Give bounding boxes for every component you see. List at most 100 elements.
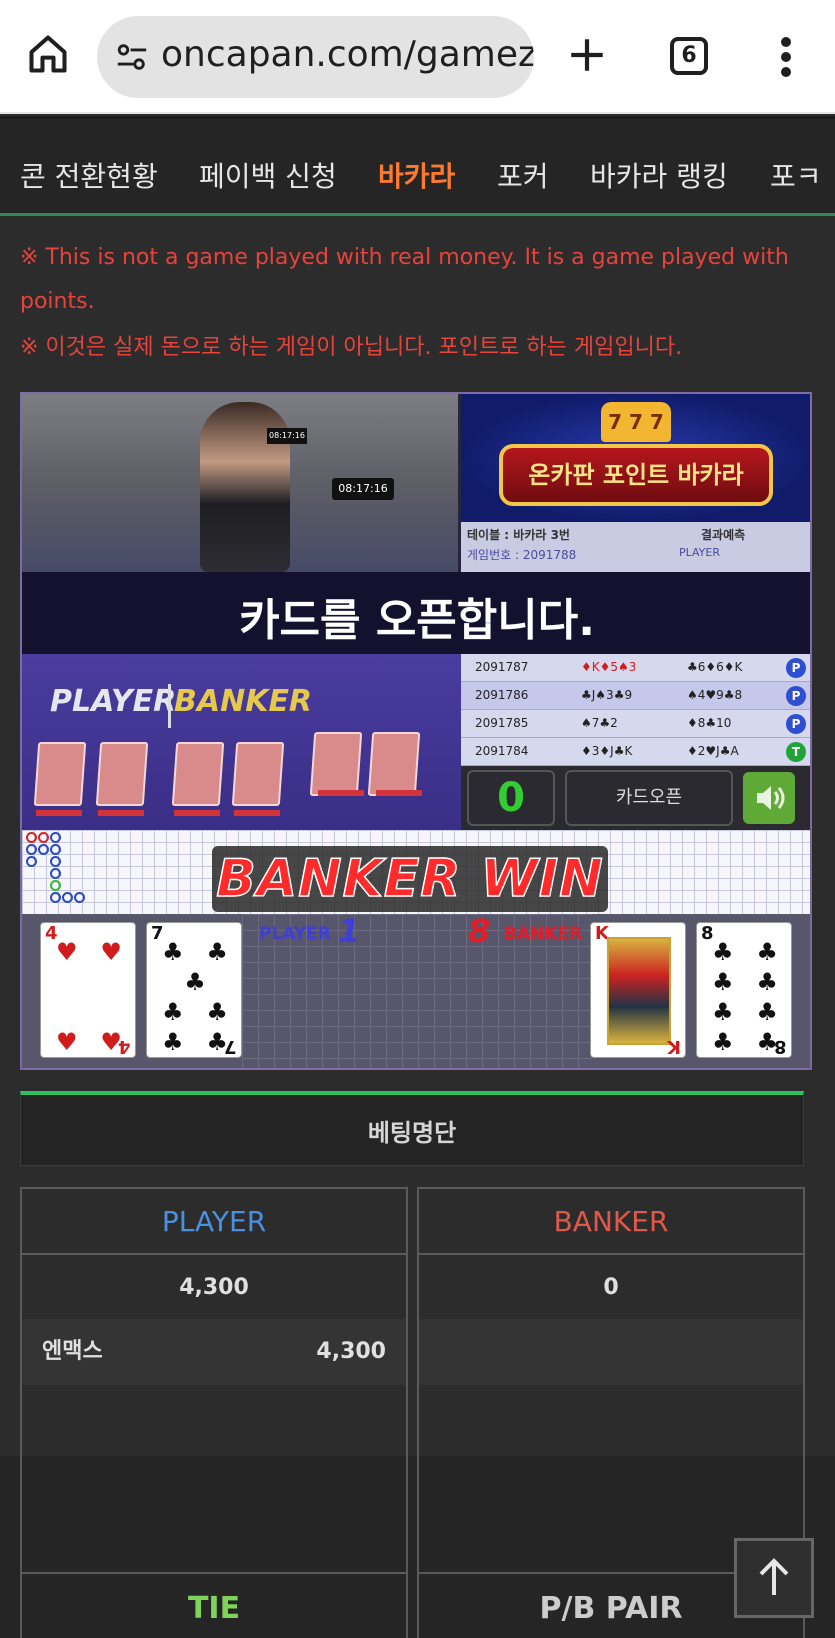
history-result: P bbox=[786, 714, 806, 734]
tune-icon[interactable] bbox=[115, 40, 149, 74]
nav-item-poker-more[interactable]: 포ㅋ bbox=[770, 155, 822, 195]
bet-amount: 4,300 bbox=[316, 1339, 386, 1364]
table-card bbox=[231, 742, 285, 806]
video-clock: 08:17:16 bbox=[332, 478, 394, 500]
road-bead bbox=[62, 892, 73, 903]
baccarat-game-panel: 08:17:16 08:17:16 7 7 7 온카판 포인트 바카라 테이블 … bbox=[20, 392, 812, 1070]
table-marker bbox=[376, 790, 422, 796]
control-bar: 0 카드오픈 bbox=[461, 766, 810, 830]
slot-machine-icon: 7 7 7 bbox=[601, 402, 671, 442]
road-bead bbox=[50, 868, 61, 879]
road-bead bbox=[50, 892, 61, 903]
predict-player[interactable]: PLAYER bbox=[679, 546, 720, 559]
round-counter: 0 bbox=[467, 770, 555, 826]
player-bets-total: 4,300 bbox=[179, 1275, 249, 1300]
tie-bets-header: TIE bbox=[22, 1572, 406, 1638]
history-banker: ♠4♥9♣8 bbox=[687, 688, 743, 702]
notice-english: ※ This is not a game played with real mo… bbox=[20, 245, 789, 314]
player-score: 1 bbox=[338, 912, 361, 950]
road-bead bbox=[50, 880, 61, 891]
url-text: oncapan.com/gamezc bbox=[161, 34, 534, 75]
player-card-2: 7 ♣ ♣ ♣ ♣ ♣ ♣ ♣ 7 bbox=[146, 922, 242, 1058]
road-bead bbox=[50, 832, 61, 843]
king-face-image bbox=[607, 937, 671, 1045]
banker-bets-total: 0 bbox=[603, 1275, 619, 1300]
history-round: 2091785 bbox=[475, 716, 529, 730]
history-banker: ♣6♦6♦K bbox=[687, 660, 743, 674]
nav-item-payback[interactable]: 페이백 신청 bbox=[199, 155, 337, 195]
logo-text: 온카판 포인트 바카라 bbox=[499, 444, 773, 506]
bet-entry-empty bbox=[419, 1319, 803, 1385]
speaker-icon[interactable] bbox=[743, 772, 795, 824]
history-banker: ♦8♣10 bbox=[687, 716, 732, 730]
banker-card-2: 8 ♣ ♣ ♣ ♣ ♣ ♣ ♣ ♣ 8 bbox=[696, 922, 792, 1058]
nav-item-baccarat-ranking[interactable]: 바카라 랭킹 bbox=[590, 155, 728, 195]
home-icon[interactable] bbox=[26, 32, 70, 76]
site-nav: 콘 전환현황 페이백 신청 바카라 포커 바카라 랭킹 포ㅋ bbox=[0, 116, 835, 216]
player-bets-column: PLAYER 4,300 엔맥스 4,300 TIE bbox=[20, 1187, 408, 1638]
history-player: ♦K♦5♠3 bbox=[581, 660, 637, 674]
browser-toolbar: oncapan.com/gamezc 6 bbox=[0, 0, 835, 114]
game-logo: 7 7 7 온카판 포인트 바카라 bbox=[461, 394, 810, 522]
road-bead bbox=[50, 856, 61, 867]
table-card bbox=[33, 742, 87, 806]
nav-item-coin-status[interactable]: 콘 전환현황 bbox=[20, 155, 158, 195]
table-banker-label: BANKER bbox=[174, 684, 313, 719]
history-player: ♠7♣2 bbox=[581, 716, 618, 730]
open-message-bar: 카드를 오픈합니다. bbox=[22, 572, 810, 654]
card-pips: ♣ ♣ ♣ ♣ ♣ ♣ ♣ ♣ bbox=[712, 938, 778, 1056]
history-row: 2091785 ♠7♣2 ♦8♣10 P bbox=[461, 710, 810, 738]
history-row: 2091786 ♣J♠3♣9 ♠4♥9♣8 P bbox=[461, 682, 810, 710]
baccarat-table: PLAYER BANKER bbox=[22, 654, 461, 830]
nav-item-baccarat[interactable]: 바카라 bbox=[378, 155, 455, 195]
table-marker bbox=[318, 790, 364, 796]
scroll-top-button[interactable] bbox=[734, 1538, 814, 1618]
result-banner: BANKER WIN bbox=[212, 846, 608, 912]
video-clock-small: 08:17:16 bbox=[267, 428, 307, 444]
player-card-1: 4 ♥ ♥ ♥ ♥ 4 bbox=[40, 922, 136, 1058]
result-banner-text: BANKER WIN bbox=[215, 848, 604, 910]
arrow-up-icon bbox=[759, 1558, 789, 1595]
road-bead bbox=[50, 844, 61, 855]
history-banker: ♦2♥J♣A bbox=[687, 744, 739, 758]
notice-korean: ※ 이것은 실제 돈으로 하는 게임이 아닙니다. 포인트로 하는 게임입니다. bbox=[20, 335, 683, 360]
round-number: 게임번호 : 2091788 bbox=[467, 548, 577, 562]
nav-item-poker[interactable]: 포커 bbox=[497, 155, 549, 195]
history-table: 2091787 ♦K♦5♠3 ♣6♦6♦K P 2091786 ♣J♠3♣9 ♠… bbox=[461, 654, 810, 766]
history-row: 2091784 ♦3♦J♣K ♦2♥J♣A T bbox=[461, 738, 810, 766]
card-rank-bottom: 4 bbox=[118, 1036, 131, 1057]
history-result: P bbox=[786, 658, 806, 678]
card-pips: ♣ ♣ ♣ ♣ ♣ ♣ ♣ bbox=[162, 938, 228, 1056]
table-player-label: PLAYER bbox=[50, 684, 177, 719]
card-open-button[interactable]: 카드오픈 bbox=[565, 770, 733, 826]
banker-card-1: K K bbox=[590, 922, 686, 1058]
plus-icon[interactable] bbox=[566, 34, 608, 76]
banker-score-label: BANKER bbox=[504, 924, 583, 944]
address-bar[interactable]: oncapan.com/gamezc bbox=[97, 16, 534, 98]
history-round: 2091784 bbox=[475, 744, 529, 758]
history-row: 2091787 ♦K♦5♠3 ♣6♦6♦K P bbox=[461, 654, 810, 682]
card-rank-bottom: K bbox=[667, 1036, 681, 1057]
table-marker bbox=[36, 810, 82, 816]
road-bead bbox=[26, 856, 37, 867]
player-bets-header: PLAYER bbox=[22, 1189, 406, 1255]
history-player: ♦3♦J♣K bbox=[581, 744, 633, 758]
live-video: 08:17:16 08:17:16 bbox=[22, 394, 458, 572]
more-vert-icon[interactable] bbox=[780, 37, 792, 77]
table-name: 테이블 : 바카라 3번 bbox=[467, 528, 570, 542]
road-bead bbox=[38, 832, 49, 843]
card-rank-bottom: 8 bbox=[774, 1036, 787, 1057]
player-score-label: PLAYER bbox=[259, 924, 331, 944]
game-info: 테이블 : 바카라 3번 게임번호 : 2091788 결과예측 PLAYER bbox=[461, 522, 810, 572]
card-rank-bottom: 7 bbox=[224, 1036, 237, 1057]
bet-list-title: 베팅명단 bbox=[367, 1119, 457, 1147]
predict-label: 결과예측 bbox=[701, 528, 746, 542]
bet-entry: 엔맥스 4,300 bbox=[22, 1319, 406, 1385]
tab-switcher-button[interactable]: 6 bbox=[670, 37, 708, 75]
dealt-cards: 4 ♥ ♥ ♥ ♥ 4 7 ♣ ♣ ♣ ♣ ♣ ♣ ♣ 7 PLAYER 1 8 BAN… bbox=[22, 912, 810, 1068]
road-bead bbox=[74, 892, 85, 903]
table-marker bbox=[98, 810, 144, 816]
table-marker bbox=[234, 810, 280, 816]
table-card bbox=[367, 732, 421, 796]
banker-bets-header: BANKER bbox=[419, 1189, 803, 1255]
